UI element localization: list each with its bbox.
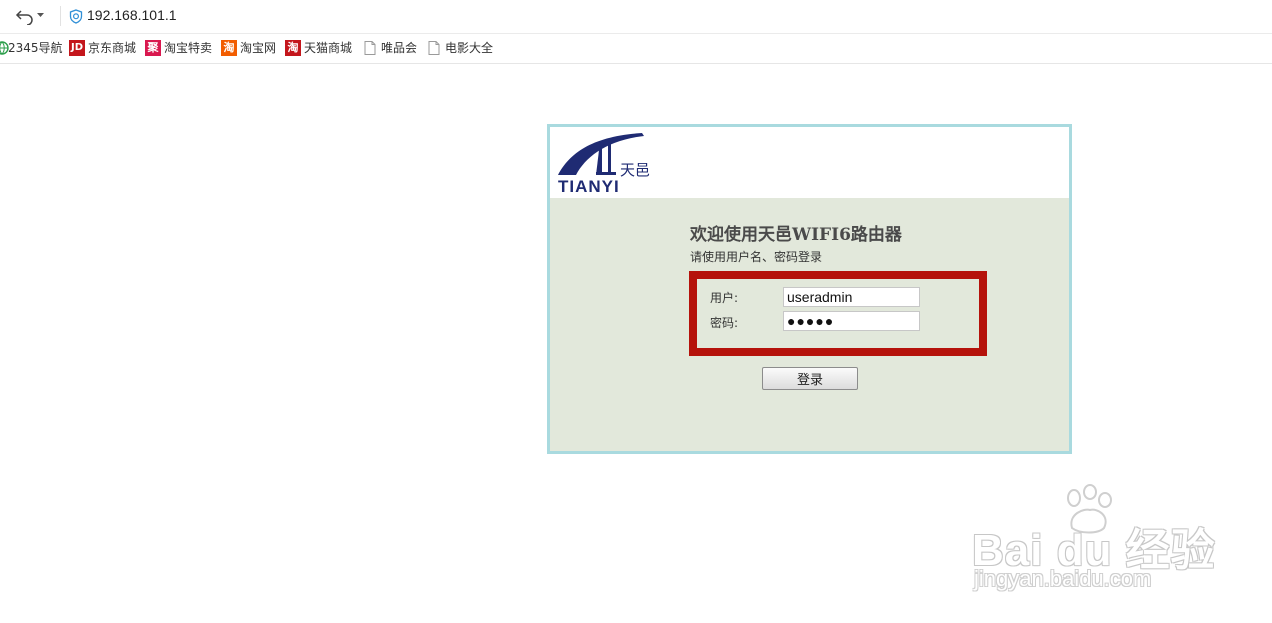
login-title: 欢迎使用天邑WIFI6路由器 bbox=[690, 225, 902, 245]
toolbar-divider bbox=[60, 6, 61, 26]
bookmark-label: 电影大全 bbox=[445, 41, 494, 55]
address-bar: 192.168.101.1 bbox=[0, 0, 1272, 34]
undo-arrow-icon bbox=[15, 10, 33, 25]
bookmark-label: 淘宝特卖 bbox=[164, 41, 213, 55]
bookmark-label: 淘宝网 bbox=[240, 41, 277, 55]
credentials-highlight-frame: 用户: 密码: bbox=[689, 271, 987, 356]
login-button[interactable]: 登录 bbox=[762, 367, 858, 390]
bookmark-ju[interactable]: 聚 淘宝特卖 bbox=[145, 40, 215, 57]
bookmarks-bar: 2345导航 JD 京东商城 聚 淘宝特卖 淘 淘宝网 淘 天猫商城 唯品会 电… bbox=[0, 34, 1272, 64]
tianyi-logo: 天邑 TIANYI bbox=[556, 130, 664, 196]
watermark-url: jingyan.baidu.com bbox=[974, 566, 1152, 591]
password-input[interactable] bbox=[783, 311, 920, 331]
bookmark-jd[interactable]: JD 京东商城 bbox=[69, 40, 139, 57]
bookmark-label: 京东商城 bbox=[88, 41, 137, 55]
bookmark-label: 2345导航 bbox=[8, 41, 63, 55]
jd-icon: JD bbox=[69, 40, 85, 56]
ju-icon: 聚 bbox=[145, 40, 161, 56]
baidu-watermark: Bai du 经验 jingyan.baidu.com bbox=[972, 484, 1215, 604]
chevron-down-icon bbox=[37, 13, 44, 17]
back-button[interactable] bbox=[12, 5, 48, 27]
bookmark-2345[interactable]: 2345导航 bbox=[0, 40, 64, 57]
url-input[interactable]: 192.168.101.1 bbox=[68, 6, 768, 26]
username-input[interactable] bbox=[783, 287, 920, 307]
bookmark-taobao[interactable]: 淘 淘宝网 bbox=[221, 40, 279, 57]
page-icon bbox=[426, 40, 442, 56]
taobao-icon: 淘 bbox=[221, 40, 237, 56]
bookmark-movies[interactable]: 电影大全 bbox=[426, 40, 496, 57]
page: 192.168.101.1 2345导航 JD 京东商城 聚 淘宝特卖 淘 淘宝… bbox=[0, 0, 1272, 623]
password-label: 密码: bbox=[710, 316, 739, 330]
tmall-icon: 淘 bbox=[285, 40, 301, 56]
login-panel: 天邑 TIANYI 欢迎使用天邑WIFI6路由器 请使用用户名、密码登录 用户:… bbox=[547, 124, 1072, 454]
bookmark-vip[interactable]: 唯品会 bbox=[362, 40, 420, 57]
logo-english-text: TIANYI bbox=[558, 177, 620, 196]
url-text: 192.168.101.1 bbox=[87, 7, 177, 23]
page-icon bbox=[362, 40, 378, 56]
bookmark-tmall[interactable]: 淘 天猫商城 bbox=[285, 40, 355, 57]
login-subtitle: 请使用用户名、密码登录 bbox=[690, 250, 823, 264]
login-header: 天邑 TIANYI bbox=[550, 127, 1069, 198]
bookmark-label: 唯品会 bbox=[381, 41, 418, 55]
shield-icon bbox=[69, 9, 83, 24]
username-label: 用户: bbox=[710, 291, 739, 305]
bookmark-label: 天猫商城 bbox=[304, 41, 353, 55]
logo-chinese-text: 天邑 bbox=[620, 161, 651, 179]
